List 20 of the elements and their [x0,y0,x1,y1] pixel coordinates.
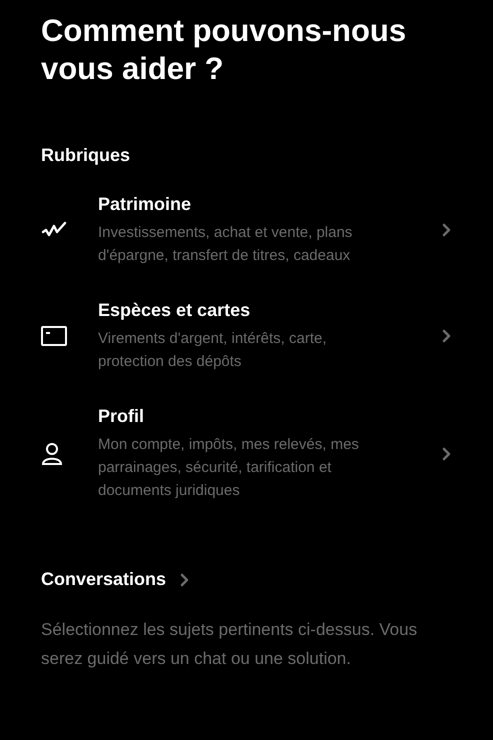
topic-title: Espèces et cartes [98,299,252,321]
chevron-right-icon [442,446,451,460]
topic-description: Virements d'argent, intérêts, carte, protection des dépôts [98,329,328,372]
trend-line-icon [41,221,67,239]
chevron-right-icon [442,223,451,237]
page-title: Comment pouvons-nous vous aider ? [41,12,408,88]
topic-item[interactable]: Profil Mon compte, impôts, mes relevés, mes parrainages, sécurité, tarification et documents juridiques [41,405,452,502]
chevron-right-icon [442,329,451,343]
card-icon [41,326,67,346]
help-text: Sélectionnez les sujets pertinents ci-dessus. Vous serez guidé vers un chat ou une solution. [41,619,418,670]
topic-title: Profil [98,405,146,427]
chevron-right-icon [180,572,190,586]
topic-title: Patrimoine [98,193,192,215]
topic-item[interactable]: Patrimoine Investissements, achat et vente, plans d'épargne, transfert de titres, cadeaux [41,193,452,267]
topic-item[interactable]: Espèces et cartes Virements d'argent, intérêts, carte, protection des dépôts [41,299,452,373]
section-title: Rubriques [41,144,132,167]
conversations-link[interactable]: Conversations [41,566,166,593]
topic-description: Mon compte, impôts, mes relevés, mes parrainages, sécurité, tarification et documents juridiques [98,435,360,501]
topic-description: Investissements, achat et vente, plans d'épargne, transfert de titres, cadeaux [98,223,354,266]
user-icon [41,442,63,466]
